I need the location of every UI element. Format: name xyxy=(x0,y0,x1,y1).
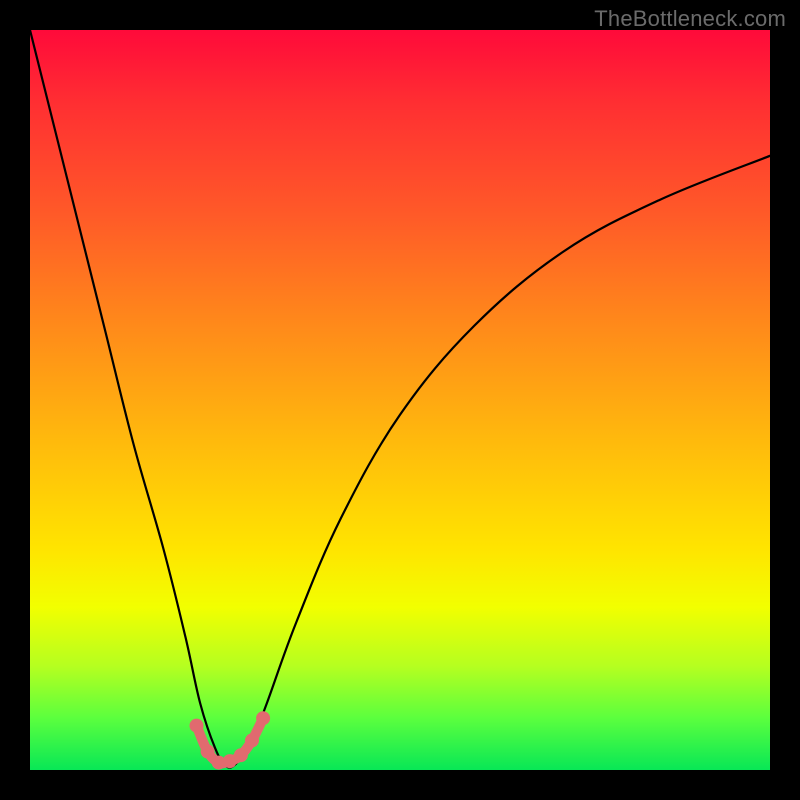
fit-marker xyxy=(234,748,248,762)
fit-marker xyxy=(256,711,270,725)
bottleneck-curve xyxy=(30,30,770,768)
fit-marker xyxy=(201,745,215,759)
watermark-text: TheBottleneck.com xyxy=(594,6,786,32)
fit-marker xyxy=(245,733,259,747)
fit-marker-group xyxy=(190,711,271,769)
curve-layer xyxy=(30,30,770,770)
fit-marker xyxy=(190,719,204,733)
chart-frame: TheBottleneck.com xyxy=(0,0,800,800)
plot-area xyxy=(30,30,770,770)
